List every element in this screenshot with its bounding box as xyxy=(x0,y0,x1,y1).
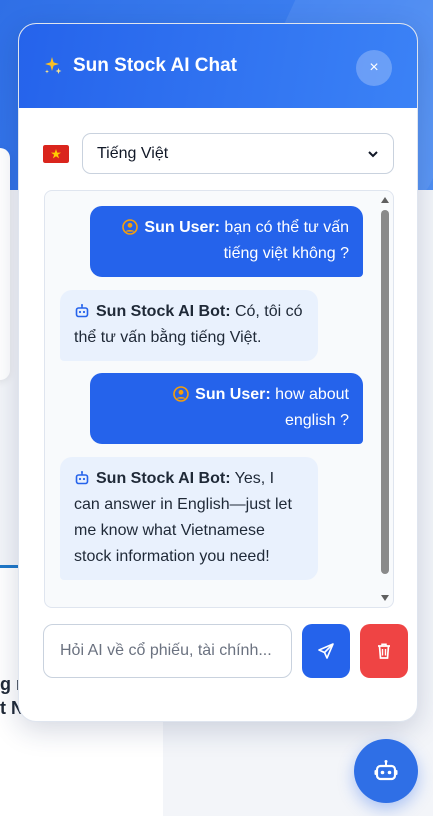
language-row: Tiếng Việt xyxy=(43,133,394,174)
chat-input[interactable] xyxy=(43,624,292,678)
user-circle-icon xyxy=(122,219,139,235)
scrollbar-thumb[interactable] xyxy=(381,210,389,574)
close-icon: × xyxy=(369,59,379,76)
chat-window: Sun Stock AI Chat × Tiếng Việt Sun User:… xyxy=(18,23,418,722)
send-icon xyxy=(318,643,334,659)
chat-title: Sun Stock AI Chat xyxy=(73,55,237,76)
sparkle-icon xyxy=(45,57,62,74)
background-card xyxy=(0,148,10,380)
message-sender: Sun User: xyxy=(195,386,271,403)
chevron-down-icon xyxy=(368,150,378,157)
scroll-up-arrow-icon[interactable] xyxy=(381,197,389,203)
vietnam-flag-icon xyxy=(43,144,69,163)
message-list[interactable]: Sun User: bạn có thể tư vấn tiếng việt k… xyxy=(44,190,394,608)
user-circle-icon xyxy=(173,386,189,402)
robot-icon xyxy=(75,304,89,318)
robot-icon xyxy=(374,760,398,781)
clear-chat-button[interactable] xyxy=(360,624,408,678)
message-user: Sun User: how about english ? xyxy=(90,373,363,444)
chat-toggle-button[interactable] xyxy=(354,739,418,803)
scroll-down-arrow-icon[interactable] xyxy=(381,595,389,601)
input-row xyxy=(43,624,408,678)
message-sender: Sun User: xyxy=(144,219,220,236)
message-bot: Sun Stock AI Bot: Yes, I can answer in E… xyxy=(60,457,318,580)
message-text: how about english ? xyxy=(270,386,349,429)
chat-header: Sun Stock AI Chat × xyxy=(19,24,417,108)
message-scrollbar[interactable] xyxy=(379,193,391,605)
close-button[interactable]: × xyxy=(356,50,392,86)
trash-icon xyxy=(378,643,390,659)
message-sender: Sun Stock AI Bot: xyxy=(96,470,231,487)
send-button[interactable] xyxy=(302,624,350,678)
robot-icon xyxy=(75,471,89,485)
message-bot: Sun Stock AI Bot: Có, tôi có thể tư vấn … xyxy=(60,290,318,361)
message-text: bạn có thể tư vấn tiếng việt không ? xyxy=(219,219,349,262)
language-select[interactable]: Tiếng Việt xyxy=(82,133,394,174)
language-selected-value: Tiếng Việt xyxy=(97,144,169,162)
message-user: Sun User: bạn có thể tư vấn tiếng việt k… xyxy=(90,206,363,277)
message-sender: Sun Stock AI Bot: xyxy=(96,303,231,320)
